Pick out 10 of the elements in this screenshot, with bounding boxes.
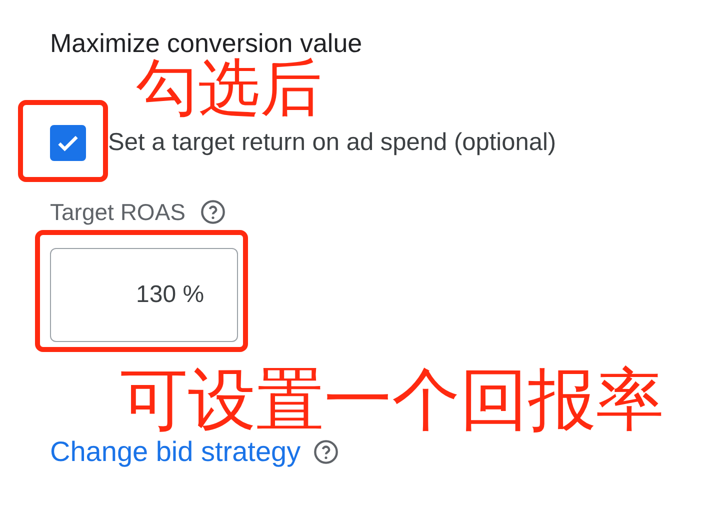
help-icon[interactable]	[200, 199, 226, 225]
checkbox-label: Set a target return on ad spend (optional)	[108, 128, 556, 158]
checkbox[interactable]	[50, 125, 86, 161]
annotation-text: 可设置一个回报率	[120, 366, 664, 434]
help-icon[interactable]	[312, 439, 339, 465]
field-label: Target ROAS	[50, 198, 186, 227]
annotation-text: 勾选后	[136, 58, 322, 120]
input-field[interactable]: 130 %	[50, 248, 238, 342]
change-bid-strategy-link[interactable]: Change bid strategy	[50, 431, 301, 473]
section-title: Maximize conversion value	[50, 27, 364, 58]
